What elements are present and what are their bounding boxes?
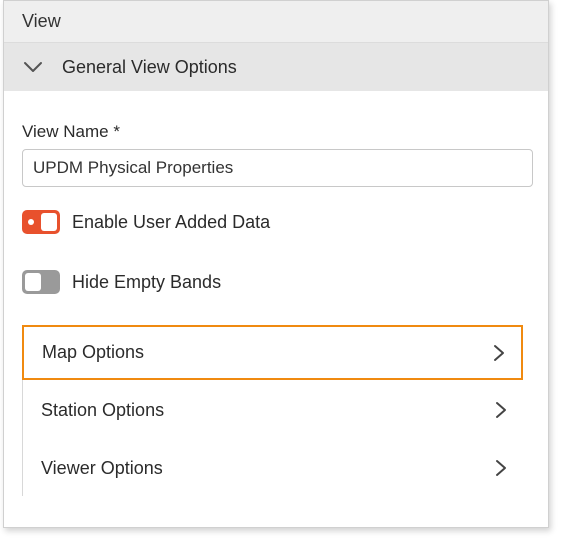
view-name-label: View Name * bbox=[22, 122, 120, 141]
hide-empty-bands-row: Hide Empty Bands bbox=[22, 269, 532, 295]
map-options-item[interactable]: Map Options bbox=[22, 325, 523, 380]
station-options-item[interactable]: Station Options bbox=[23, 382, 523, 438]
section-body: View Name * Enable User Added Data Hide … bbox=[4, 121, 548, 496]
enable-user-added-data-label: Enable User Added Data bbox=[72, 211, 271, 232]
map-options-label: Map Options bbox=[42, 342, 145, 362]
chevron-right-icon bbox=[495, 459, 507, 477]
options-list: Map Options Station Options Viewer Optio… bbox=[22, 325, 523, 496]
general-view-options-header[interactable]: General View Options bbox=[4, 43, 548, 91]
toggle-knob bbox=[25, 273, 41, 291]
hide-empty-bands-label: Hide Empty Bands bbox=[72, 271, 222, 292]
panel-header: View bbox=[4, 1, 548, 43]
chevron-down-icon[interactable] bbox=[22, 60, 44, 74]
hide-empty-bands-toggle[interactable] bbox=[22, 270, 60, 294]
station-options-label: Station Options bbox=[41, 399, 165, 420]
chevron-right-icon bbox=[495, 401, 507, 419]
section-title: General View Options bbox=[62, 56, 237, 77]
enable-user-added-data-row: Enable User Added Data bbox=[22, 209, 532, 235]
toggle-on-indicator bbox=[28, 219, 34, 225]
enable-user-added-data-toggle[interactable] bbox=[22, 210, 60, 234]
toggle-knob bbox=[41, 213, 57, 231]
viewer-options-item[interactable]: Viewer Options bbox=[23, 440, 523, 496]
panel-title: View bbox=[22, 11, 61, 31]
chevron-right-icon bbox=[493, 344, 505, 362]
view-name-input[interactable] bbox=[22, 149, 533, 187]
viewer-options-label: Viewer Options bbox=[41, 457, 163, 478]
view-panel: View General View Options View Name * En… bbox=[3, 0, 549, 528]
